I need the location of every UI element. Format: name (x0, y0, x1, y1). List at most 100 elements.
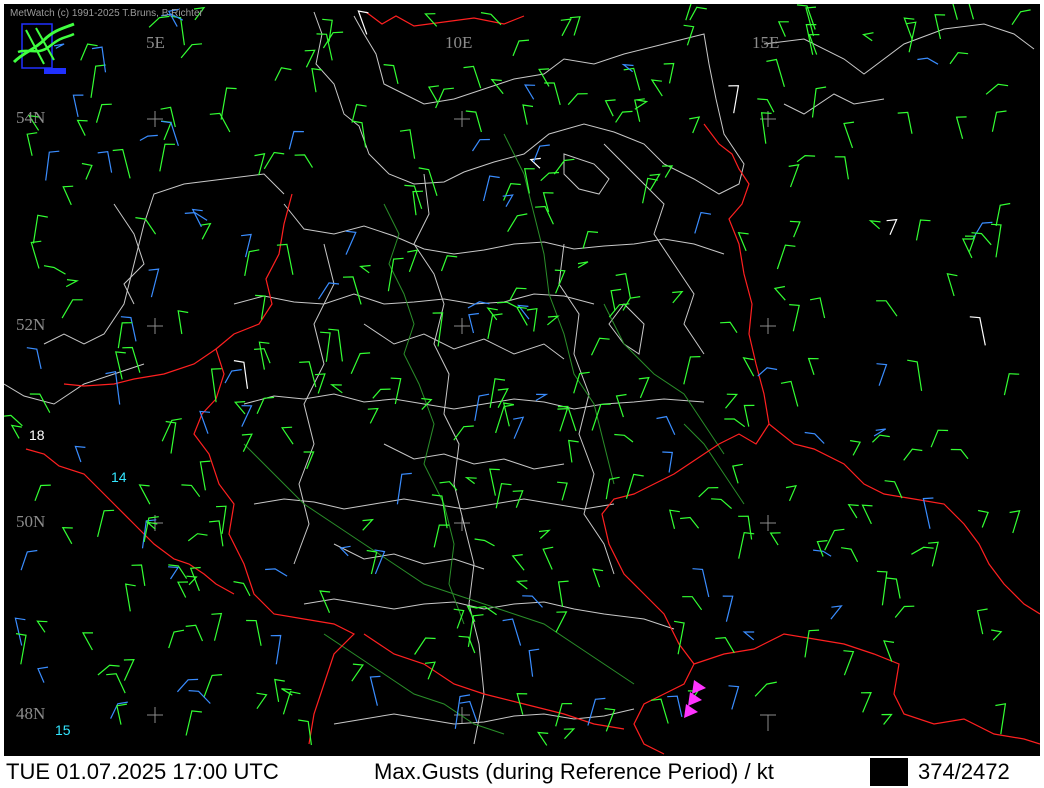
wind-barb (928, 541, 939, 567)
wind-barb (757, 98, 775, 113)
wind-barb (503, 182, 521, 201)
wind-barb (345, 230, 357, 255)
wind-barb (61, 526, 73, 545)
wind-barb (265, 568, 288, 577)
wind-barb (161, 120, 172, 141)
wind-barb (557, 481, 568, 501)
wind-barb (952, 4, 958, 20)
wind-barb (638, 376, 650, 399)
wind-barb (433, 524, 450, 548)
wind-barb (199, 460, 211, 491)
wind-barb (907, 359, 923, 391)
wind-barb (860, 691, 872, 713)
wind-barb (796, 154, 816, 163)
wind-barb (894, 605, 915, 618)
wind-barb (946, 273, 958, 297)
wind-barb (185, 624, 204, 642)
wind-barb (680, 516, 700, 529)
wind-barb (203, 674, 223, 698)
wind-barb (357, 10, 369, 35)
wind-barb (615, 273, 631, 298)
wind-barb (809, 297, 826, 319)
national-borders (25, 11, 1040, 755)
wind-barb (176, 678, 199, 693)
wind-barb (509, 287, 527, 301)
wind-barb (976, 608, 988, 635)
station-value[interactable]: 14 (111, 469, 127, 485)
wind-barb (830, 605, 843, 620)
wind-barb (314, 373, 326, 394)
wind-barb (949, 51, 969, 65)
wind-barb (915, 219, 931, 241)
wind-barb (776, 244, 796, 270)
wind-barb (724, 418, 746, 428)
wind-barb (524, 84, 536, 100)
wind-barb (97, 151, 113, 173)
map-canvas (4, 4, 1040, 755)
wind-barb (502, 194, 514, 207)
wind-barb (342, 276, 362, 305)
wind-barb (985, 83, 1009, 95)
wind-barb (10, 424, 22, 439)
wind-barb (241, 433, 253, 452)
wind-barb (977, 509, 989, 528)
wind-barb (917, 57, 939, 65)
wind-barb (358, 264, 371, 274)
wind-barb (738, 531, 755, 559)
wind-barb (725, 393, 739, 409)
wind-barb (497, 388, 509, 408)
weather-map[interactable]: MetWatch (c) 1991-2025 T.Bruns, B.Richte… (4, 4, 1040, 756)
wind-barb (299, 361, 317, 388)
wind-barb (29, 393, 51, 413)
wind-barb (270, 634, 282, 665)
wind-barb (274, 678, 285, 703)
wind-barb (694, 211, 712, 234)
parameter-label: Max.Gusts (during Reference Period) / kt (374, 759, 774, 784)
wind-barb (563, 728, 576, 740)
wind-barb (903, 448, 923, 461)
wind-barb (683, 24, 695, 46)
wind-barb (120, 316, 137, 342)
wind-barb (760, 112, 772, 144)
wind-barb (542, 192, 554, 213)
wind-barb (502, 618, 522, 646)
wind-barb (557, 580, 569, 607)
wind-barb (233, 581, 251, 597)
wind-barb (512, 39, 530, 57)
wind-barb (495, 483, 512, 509)
wind-barb (14, 617, 26, 646)
station-value[interactable]: 18 (29, 427, 45, 443)
wind-barb (861, 504, 873, 525)
wind-barb (528, 648, 540, 677)
wind-barb (412, 190, 424, 216)
wind-barb (529, 157, 541, 169)
wind-barb (32, 214, 48, 244)
wind-barb (513, 416, 525, 439)
wind-barb (367, 407, 379, 424)
wind-barb (991, 629, 1003, 641)
wind-barb (804, 431, 825, 444)
wind-barb (241, 405, 253, 427)
wind-barb (557, 407, 569, 432)
wind-barb (934, 14, 946, 40)
wind-barb (728, 85, 740, 114)
wind-barb (732, 463, 743, 484)
wind-barb (656, 415, 676, 435)
wind-barb (241, 233, 252, 258)
wind-barb (482, 175, 500, 202)
state-borders (4, 11, 1035, 745)
wind-barb (427, 85, 439, 102)
wind-barb (667, 695, 683, 718)
station-value[interactable]: 15 (55, 722, 71, 738)
wind-barb (26, 347, 42, 370)
wind-barb (351, 103, 367, 123)
wind-barb (698, 487, 719, 498)
wind-barb (773, 285, 786, 301)
wind-barb (170, 15, 185, 46)
status-separator (870, 758, 908, 786)
wind-barb (662, 451, 673, 473)
wind-barb (742, 631, 755, 641)
wind-barb (72, 94, 84, 118)
wind-barb (76, 119, 88, 136)
wind-barb (26, 132, 38, 156)
